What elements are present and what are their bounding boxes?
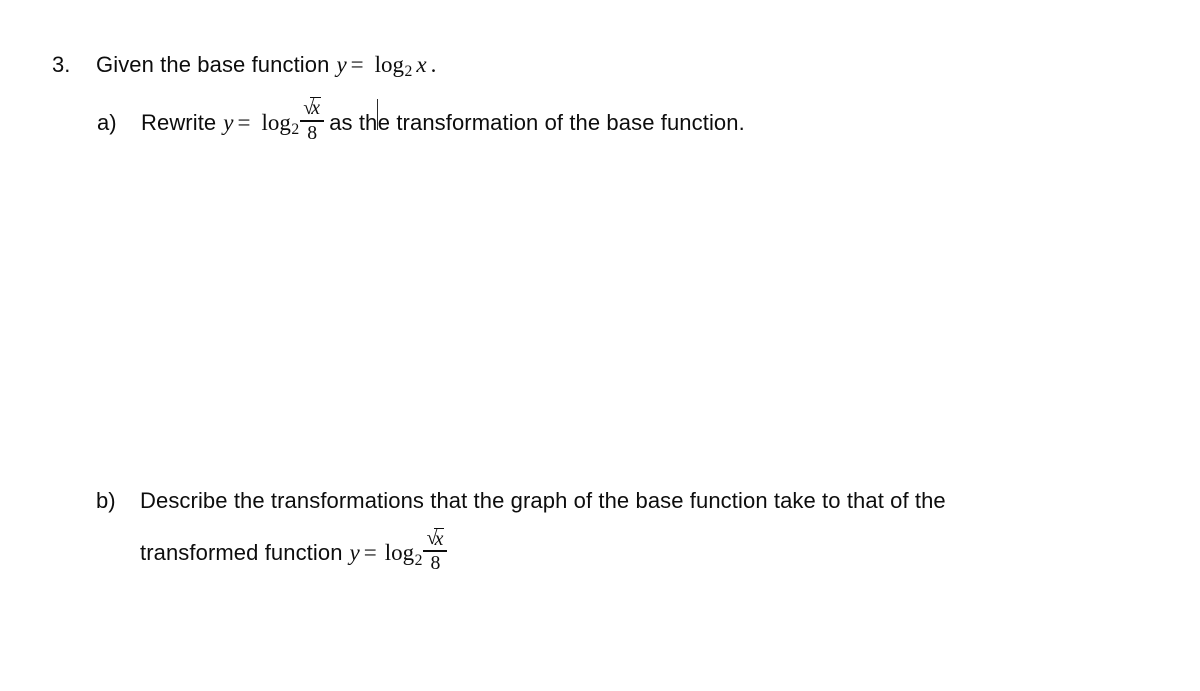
part-a-text-before: Rewrite [141,110,217,135]
part-b-fraction-denominator: 8 [430,551,441,574]
stem-equation-relation: = [350,52,364,77]
part-a-fraction: √ x 8 [300,96,325,144]
part-b-line-2-text: transformed function [140,540,343,566]
stem-equation-lhs: y [336,52,347,77]
part-a-equation-lhs: y [223,110,234,135]
part-a-log-base: 2 [291,121,300,139]
part-a-text-after-following-caret: e transformation of the base function. [377,110,745,135]
stem-equation-log-base: 2 [404,63,413,81]
part-b-equation-relation: = [363,540,377,566]
part-a-equation: y = log2 √ x 8 [223,97,325,149]
part-a-log-operator: log [261,110,291,135]
part-a-equation-relation: = [237,110,251,135]
part-a-fraction-numerator: √ x [300,96,324,120]
part-b-marker: b) [96,488,116,513]
worksheet-page: 3. Given the base function y = log2 x. a) R… [0,0,1200,691]
part-a-marker: a) [97,110,117,135]
part-b-fraction-numerator: √ x [424,527,448,551]
part-a-fraction-denominator: 8 [307,121,318,144]
question-3b-row-2: transformed function y = log2 √ x 8 [140,527,449,579]
part-b-log-base: 2 [414,551,423,569]
square-root-icon: √ x [427,527,445,550]
part-a-text-after-before-caret: as th [329,110,378,135]
question-number: 3. [52,52,71,77]
question-3-stem-row: 3. Given the base function y = log2 x. [52,51,436,80]
question-3b-row: b) Describe the transformations that the… [96,487,946,515]
part-b-equation-lhs: y [349,540,360,566]
part-b-equation: y = log2 √ x 8 [349,527,449,579]
stem-equation-argument: x [416,52,427,77]
stem-equation-log-operator: log [374,52,405,77]
part-b-fraction: √ x 8 [423,527,448,575]
part-b-log-operator: log [384,540,415,566]
stem-equation: y = log2 x. [336,53,436,80]
question-stem-lead-text: Given the base function [96,52,330,77]
stem-trailing-period: . [430,52,437,77]
question-3a-row: a) Rewrite y = log2 √ x 8 as th e transforma… [97,97,745,149]
square-root-icon: √ x [303,96,322,119]
radical-sign: √ [303,96,315,119]
part-b-line-1: Describe the transformations that the gr… [140,488,946,513]
radical-sign: √ [426,526,438,549]
